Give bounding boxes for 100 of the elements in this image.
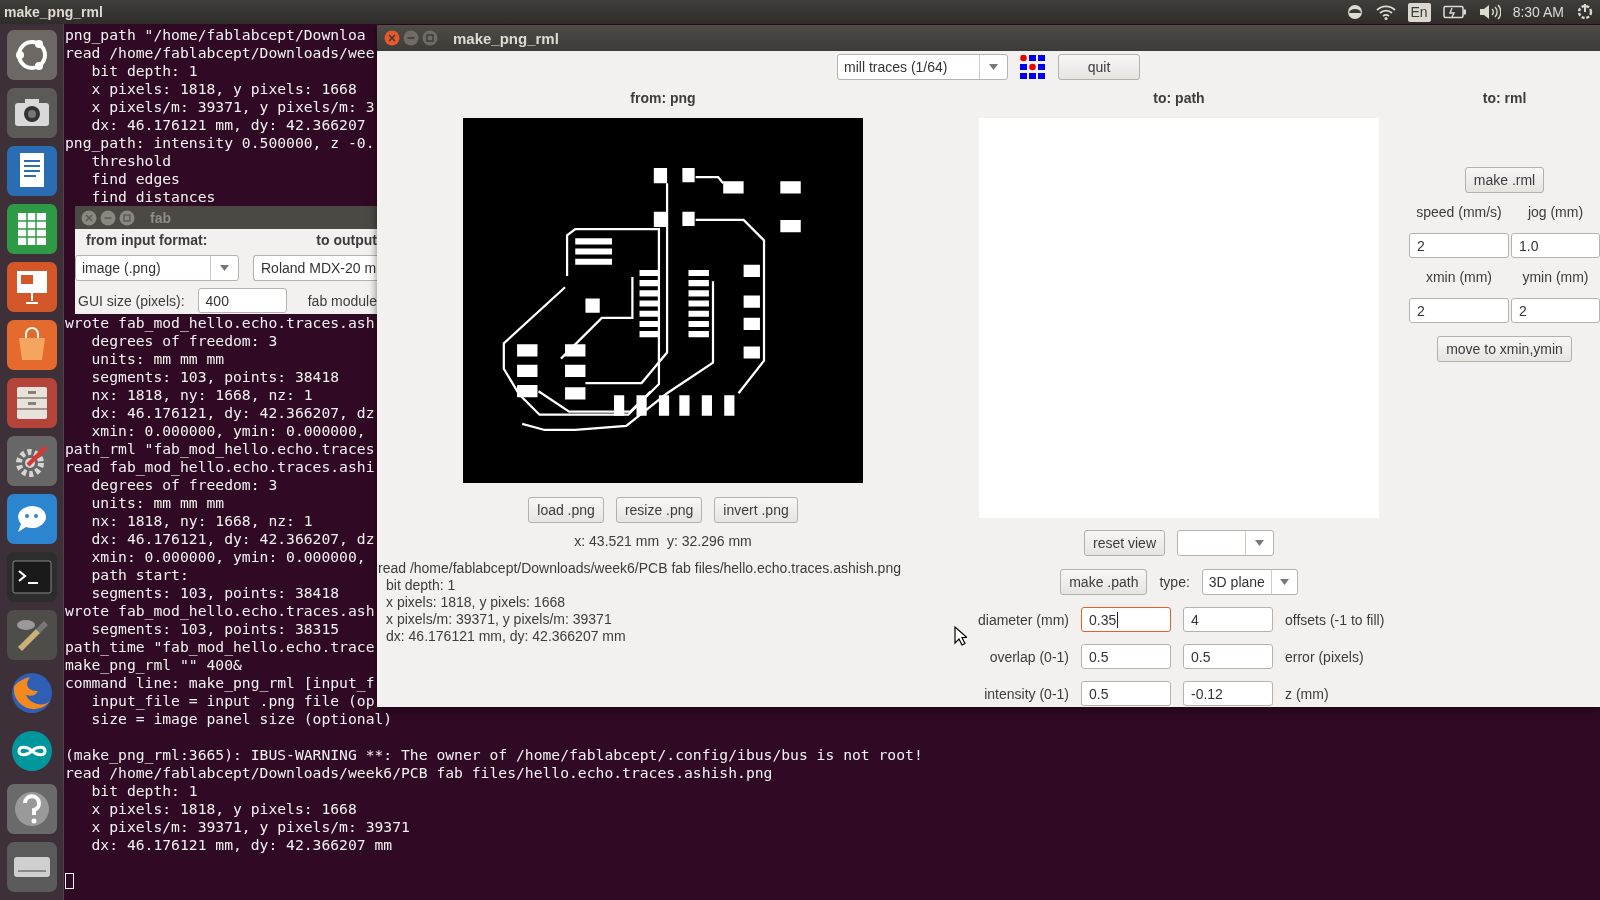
field-label: jog (mm) bbox=[1527, 203, 1584, 221]
drive-icon[interactable] bbox=[5, 841, 58, 893]
terminal-line: dx: 46.176121 mm, dy: 42.366207 bbox=[90, 116, 366, 134]
reset-view-button[interactable]: reset view bbox=[1084, 530, 1165, 556]
quit-button[interactable]: quit bbox=[1058, 54, 1140, 80]
battery-icon[interactable] bbox=[1442, 5, 1467, 19]
make-path-button[interactable]: make .path bbox=[1060, 569, 1148, 595]
caret-icon bbox=[1279, 579, 1289, 585]
terminal-line: wrote fab_mod_hello.echo.traces.ash bbox=[65, 314, 375, 332]
terminal-line: units: mm mm mm bbox=[90, 494, 225, 512]
cursor-position: x: 43.521 mm y: 32.296 mm bbox=[574, 532, 752, 550]
image-button[interactable]: invert .png bbox=[714, 497, 798, 523]
log-line: read /home/fablabcept/Downloads/week6/PCB fab files/hello.echo.traces.ashish.png bbox=[378, 560, 901, 577]
field-label: ymin (mm) bbox=[1522, 268, 1589, 286]
log-line: x pixels: 1818, y pixels: 1668 bbox=[385, 594, 565, 611]
caret-icon bbox=[220, 265, 229, 271]
terminal-line: path start: bbox=[90, 566, 189, 584]
input-field[interactable]: 4 bbox=[1183, 607, 1273, 632]
terminal-line: units: mm mm mm bbox=[90, 350, 225, 368]
column-heading: from: png bbox=[630, 89, 696, 108]
field-label: type: bbox=[1159, 574, 1190, 590]
input-field[interactable]: 0.5 bbox=[1081, 681, 1171, 706]
field-label: diameter (mm) bbox=[977, 611, 1069, 628]
brush-icon[interactable] bbox=[5, 609, 58, 661]
section-label: to output bbox=[316, 231, 377, 248]
settings-icon[interactable] bbox=[5, 435, 58, 487]
input-field[interactable]: 2 bbox=[1511, 298, 1600, 323]
terminal-line: path_rml "fab_mod_hello.echo.traces bbox=[65, 440, 375, 458]
terminal-icon[interactable] bbox=[5, 551, 58, 603]
text-cursor bbox=[65, 873, 74, 889]
keyboard-indicator[interactable]: En bbox=[1407, 2, 1431, 22]
terminal-line: find distances bbox=[90, 188, 216, 206]
terminal-line: threshold bbox=[90, 152, 172, 170]
log-line: dx: 46.176121 mm, dy: 42.366207 mm bbox=[385, 628, 626, 645]
section-label: from input format: bbox=[86, 231, 208, 248]
sync-icon[interactable] bbox=[1345, 4, 1364, 20]
terminal-line: path_time "fab_mod_hello.echo.trace bbox=[65, 638, 375, 656]
terminal-line: bit depth: 1 bbox=[90, 782, 198, 800]
image-button[interactable]: resize .png bbox=[615, 497, 703, 523]
terminal-line: dx: 46.176121, dy: 42.366207, dz bbox=[90, 404, 375, 422]
help-icon[interactable] bbox=[5, 783, 58, 835]
field-label: speed (mm/s) bbox=[1416, 203, 1502, 221]
column-heading: to: path bbox=[1153, 89, 1205, 108]
terminal-line: read /home/fablabcept/Downloads/week6/PCB fab files/hello.echo.traces.ashish.png bbox=[65, 764, 773, 782]
input-field[interactable]: 0.35 bbox=[1081, 607, 1171, 632]
dropdown[interactable]: 3D plane bbox=[1201, 569, 1298, 595]
terminal-line: png_path: intensity 0.500000, z -0. bbox=[65, 134, 375, 152]
field-label: xmin (mm) bbox=[1425, 268, 1493, 286]
terminal-line: xmin: 0.000000, ymin: 0.000000, bbox=[90, 548, 366, 566]
terminal-line: read /home/fablabcept/Downloads/wee bbox=[65, 44, 375, 62]
presentation-icon[interactable] bbox=[5, 261, 58, 313]
file-cabinet-icon[interactable] bbox=[5, 377, 58, 429]
input-field[interactable]: 1.0 bbox=[1511, 233, 1600, 258]
input-field[interactable]: 2 bbox=[1409, 298, 1509, 323]
terminal-line: read fab_mod_hello.echo.traces.ashi bbox=[65, 458, 375, 476]
input-field[interactable]: 0.5 bbox=[1183, 644, 1273, 669]
close-button[interactable] bbox=[81, 209, 97, 226]
make-rml-button[interactable]: make .rml bbox=[1464, 167, 1545, 193]
image-button[interactable]: load .png bbox=[528, 497, 604, 523]
terminal-line: make_png_rml "" 400& bbox=[65, 656, 242, 674]
field-label: offsets (-1 to fill) bbox=[1285, 611, 1385, 628]
terminal-line: segments: 103, points: 38315 bbox=[90, 620, 340, 638]
field-label: overlap (0-1) bbox=[988, 648, 1069, 665]
field-label: fab module bbox=[307, 292, 377, 309]
caret-icon bbox=[1255, 540, 1264, 546]
window-title: make_png_rml bbox=[3, 4, 104, 20]
log-line: bit depth: 1 bbox=[385, 577, 456, 594]
terminal-line: degrees of freedom: 3 bbox=[90, 476, 278, 494]
clock[interactable]: 8:30 AM bbox=[1512, 4, 1564, 20]
move-button[interactable]: move to xmin,ymin bbox=[1437, 336, 1572, 362]
spreadsheet-icon[interactable] bbox=[5, 203, 58, 255]
terminal-line: x pixels/m: 39371, y pixels/m: 39371 bbox=[90, 818, 410, 836]
maximize-button[interactable] bbox=[119, 209, 135, 226]
caret-icon bbox=[989, 64, 998, 70]
dropdown[interactable]: image (.png) bbox=[75, 255, 239, 281]
input-field[interactable]: 0.5 bbox=[1081, 644, 1171, 669]
circle-logo-icon[interactable] bbox=[5, 29, 58, 81]
input-field[interactable]: 400 bbox=[197, 288, 287, 313]
document-icon[interactable] bbox=[5, 145, 58, 197]
chat-bubble-icon[interactable] bbox=[5, 493, 58, 545]
dropdown[interactable]: mill traces (1/64) bbox=[837, 54, 1008, 80]
volume-icon[interactable] bbox=[1478, 4, 1501, 20]
camera-icon[interactable] bbox=[5, 87, 58, 139]
terminal-line: nx: 1818, ny: 1668, nz: 1 bbox=[90, 512, 313, 530]
shopping-bag-icon[interactable] bbox=[5, 319, 58, 371]
terminal-line: wrote fab_mod_hello.echo.traces.ash bbox=[65, 602, 375, 620]
field-label: z (mm) bbox=[1285, 685, 1330, 702]
input-field[interactable]: -0.12 bbox=[1183, 681, 1273, 706]
input-field[interactable]: 2 bbox=[1409, 233, 1509, 258]
window-title: fab bbox=[150, 209, 171, 226]
terminal-line: segments: 103, points: 38418 bbox=[90, 584, 340, 602]
terminal-line: command line: make_png_rml [input_f bbox=[65, 674, 375, 692]
power-icon[interactable] bbox=[1576, 3, 1594, 21]
wifi-icon[interactable] bbox=[1375, 4, 1396, 20]
terminal-line: input_file = input .png file (op bbox=[90, 692, 375, 710]
field-label: error (pixels) bbox=[1285, 648, 1365, 665]
close-button[interactable] bbox=[384, 30, 400, 46]
minimize-button[interactable] bbox=[100, 209, 116, 226]
terminal-line: bit depth: 1 bbox=[90, 62, 198, 80]
terminal-line: png_path "/home/fablabcept/Downloa bbox=[65, 26, 366, 44]
